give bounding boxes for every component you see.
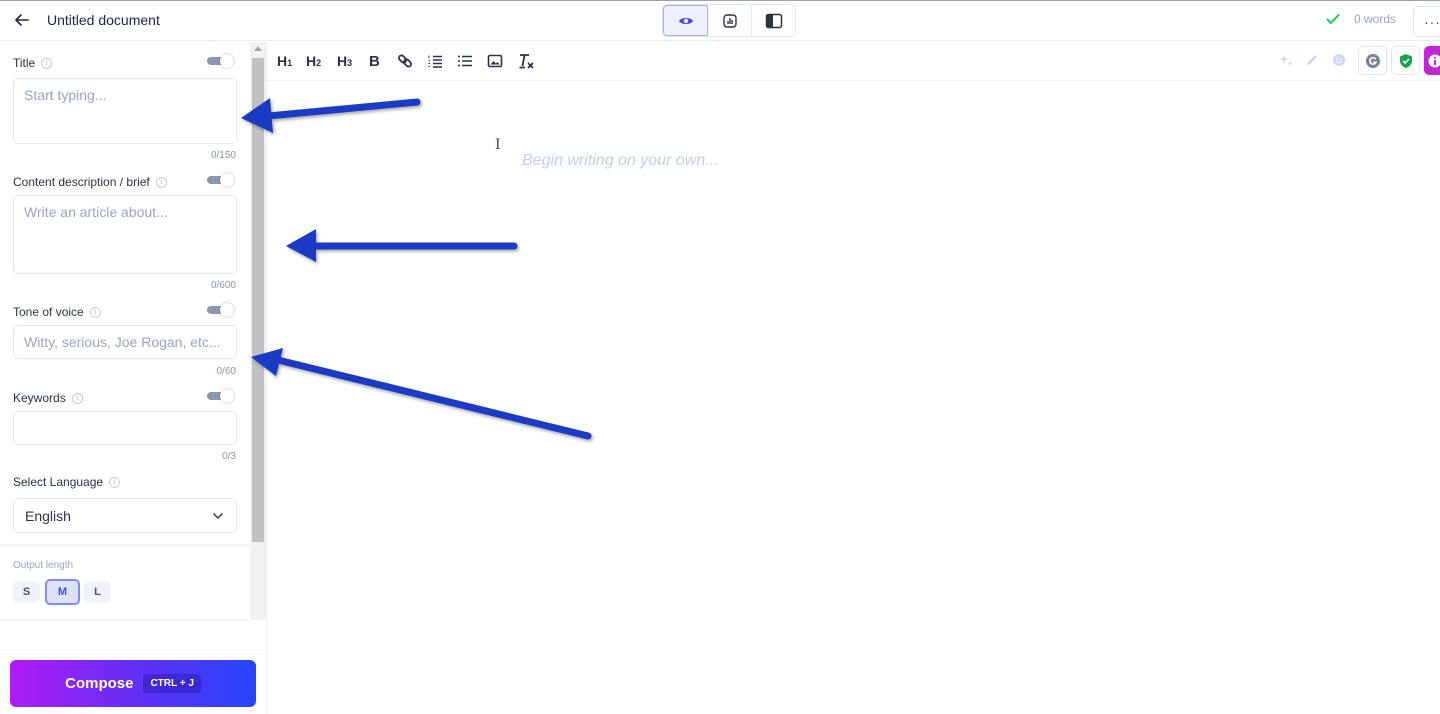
info-panel-button[interactable] xyxy=(1424,46,1440,75)
back-button[interactable] xyxy=(12,10,32,30)
annotation-arrow-tone xyxy=(251,348,592,440)
title-toggle[interactable] xyxy=(207,54,234,68)
info-icon[interactable]: i xyxy=(89,306,101,318)
view-sidebar-button[interactable] xyxy=(752,5,795,36)
sidebar-layout-icon xyxy=(765,13,782,28)
more-icon: ··· xyxy=(1424,13,1440,30)
h2-glyph: H xyxy=(306,53,317,69)
link-icon xyxy=(398,54,412,68)
tone-label-text: Tone of voice xyxy=(13,305,84,319)
tone-toggle[interactable] xyxy=(207,303,234,317)
description-counter: 0/600 xyxy=(210,280,236,291)
language-label: Select Language i xyxy=(13,475,121,489)
heading-2-button[interactable]: H2 xyxy=(306,51,321,71)
arrow-left-icon xyxy=(15,14,29,26)
length-option-m[interactable]: M xyxy=(45,579,80,605)
tone-input[interactable] xyxy=(13,325,237,359)
compose-shortcut: CTRL + J xyxy=(143,674,201,693)
length-option-l[interactable]: L xyxy=(84,581,111,603)
editor-placeholder[interactable]: Begin writing on your own... xyxy=(522,152,719,170)
ai-sparkle-button[interactable] xyxy=(1279,53,1293,67)
pencil-icon xyxy=(1307,55,1317,65)
compose-label: Compose xyxy=(65,675,134,692)
info-icon[interactable]: i xyxy=(155,176,167,188)
keywords-input[interactable] xyxy=(13,411,237,445)
eye-icon xyxy=(678,17,693,24)
heading-1-button[interactable]: H1 xyxy=(277,51,292,71)
sparkle-icon xyxy=(1279,54,1293,66)
compose-button[interactable]: Compose CTRL + J xyxy=(10,660,256,707)
annotation-arrow-description xyxy=(286,229,518,262)
info-circle-icon xyxy=(1428,54,1440,67)
panel-divider xyxy=(266,42,267,714)
image-icon xyxy=(487,54,503,68)
view-analytics-button[interactable] xyxy=(708,5,752,36)
ordered-list-button[interactable] xyxy=(427,51,443,71)
h3-glyph: H xyxy=(337,53,348,69)
document-title[interactable]: Untitled document xyxy=(47,12,160,28)
section-divider xyxy=(0,544,250,546)
title-label-text: Title xyxy=(13,56,36,70)
word-count: 0 words xyxy=(1354,12,1397,26)
keywords-label: Keywords i xyxy=(13,391,83,405)
description-label: Content description / brief i xyxy=(13,175,167,189)
description-toggle[interactable] xyxy=(207,173,234,187)
grammar-check-button[interactable] xyxy=(1358,46,1387,75)
shield-check-icon xyxy=(1399,53,1412,68)
header: Untitled document 0 words ··· xyxy=(0,1,1440,41)
ordered-list-icon xyxy=(428,55,442,68)
bold-glyph: B xyxy=(369,52,380,70)
annotation-arrow-title xyxy=(241,98,421,133)
keywords-toggle[interactable] xyxy=(207,389,234,403)
image-button[interactable] xyxy=(487,51,503,71)
word-count-status: 0 words xyxy=(1326,12,1396,26)
edit-button[interactable] xyxy=(1305,53,1319,67)
length-option-s[interactable]: S xyxy=(13,581,40,603)
section-divider xyxy=(0,619,250,621)
emoji-button[interactable] xyxy=(1332,53,1346,67)
view-preview-button[interactable] xyxy=(663,5,708,36)
checkmark-icon xyxy=(1326,14,1340,25)
heading-3-button[interactable]: H3 xyxy=(337,51,352,71)
h1-sub: 1 xyxy=(287,58,293,68)
smiley-icon xyxy=(1333,54,1345,66)
title-input[interactable] xyxy=(13,78,237,144)
language-value: English xyxy=(25,507,71,524)
h1-glyph: H xyxy=(277,53,288,69)
bullet-list-button[interactable] xyxy=(457,51,473,71)
description-label-text: Content description / brief xyxy=(13,175,150,189)
language-label-text: Select Language xyxy=(13,475,104,489)
text-cursor-icon: I xyxy=(495,137,501,153)
scroll-up-arrow-icon[interactable] xyxy=(254,46,262,51)
info-icon[interactable]: i xyxy=(71,392,83,404)
bold-button[interactable]: B xyxy=(369,51,380,71)
language-select[interactable]: English xyxy=(13,498,237,533)
info-icon[interactable]: i xyxy=(109,476,121,488)
keywords-counter: 0/3 xyxy=(222,451,236,462)
title-label: Title i xyxy=(13,56,53,70)
sidebar-scrollbar[interactable] xyxy=(250,42,266,620)
grammarly-icon xyxy=(1365,53,1380,68)
chart-icon xyxy=(722,13,737,28)
description-input[interactable] xyxy=(13,195,237,274)
output-length-label: Output length xyxy=(13,560,74,571)
keywords-label-text: Keywords xyxy=(13,391,66,405)
link-button[interactable] xyxy=(397,51,413,71)
tone-label: Tone of voice i xyxy=(13,305,101,319)
bullet-list-icon xyxy=(458,55,472,67)
clear-format-icon xyxy=(519,54,534,69)
title-counter: 0/150 xyxy=(210,150,236,161)
info-icon[interactable]: i xyxy=(41,57,53,69)
chevron-down-icon xyxy=(213,512,223,519)
tone-counter: 0/60 xyxy=(216,366,236,377)
view-mode-toggle xyxy=(662,4,796,37)
more-options-button[interactable]: ··· xyxy=(1413,6,1440,37)
plagiarism-check-button[interactable] xyxy=(1391,46,1420,75)
h2-sub: 2 xyxy=(316,58,322,68)
h3-sub: 3 xyxy=(347,58,353,68)
scroll-thumb[interactable] xyxy=(252,58,264,542)
clear-format-button[interactable] xyxy=(517,51,535,71)
